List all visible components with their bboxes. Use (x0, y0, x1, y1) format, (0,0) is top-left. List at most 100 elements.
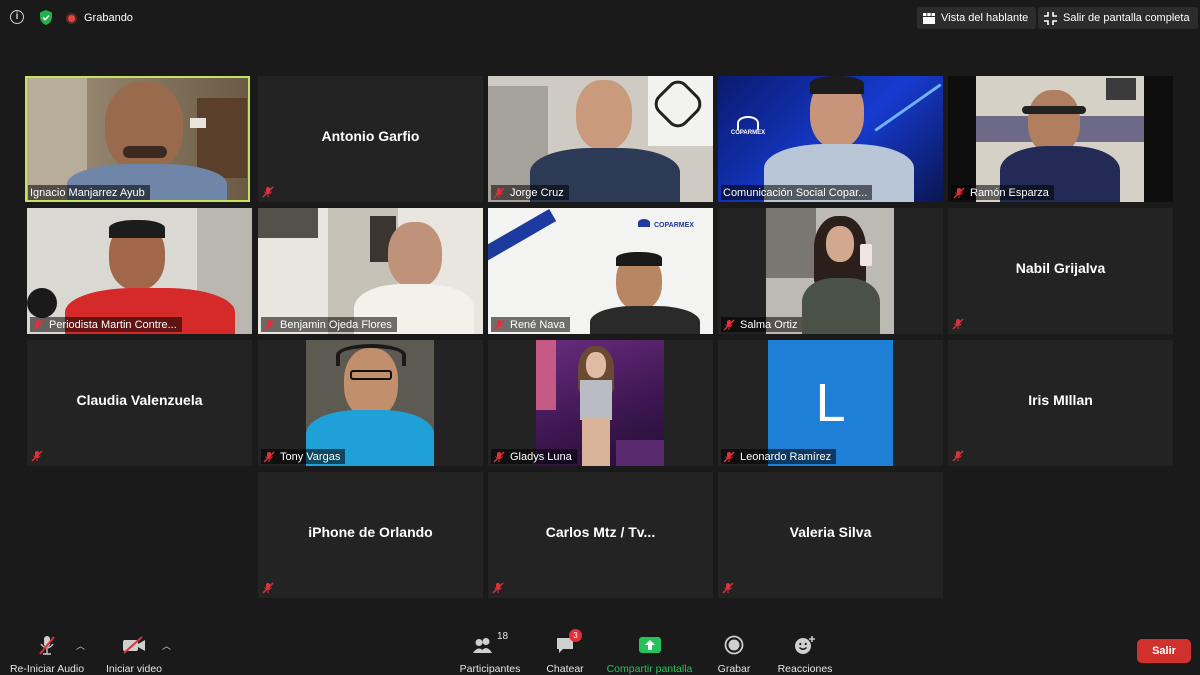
muted-mic-icon (723, 451, 735, 462)
muted-mic-icon (493, 319, 505, 330)
leave-label: Salir (1152, 645, 1176, 657)
participant-name-tag: Salma Ortiz (721, 317, 803, 332)
recording-label: Grabando (84, 12, 133, 24)
share-screen-button[interactable]: Compartir pantalla (602, 625, 697, 675)
muted-mic-icon (953, 187, 965, 198)
speaker-view-label: Vista del hablante (941, 12, 1029, 24)
participant-name: Ramón Esparza (970, 186, 1049, 199)
muted-mic-icon (31, 450, 43, 462)
participant-name-tag: Tony Vargas (261, 449, 346, 464)
participant-tile[interactable]: Benjamin Ojeda Flores (258, 208, 483, 334)
participant-display-name: Iris MIllan (1028, 392, 1093, 408)
share-screen-label: Compartir pantalla (606, 663, 693, 675)
participant-video (948, 76, 1173, 202)
participant-name: Periodista Martin Contre... (49, 318, 177, 331)
participants-count: 18 (496, 631, 509, 642)
audio-button[interactable]: Re-Iniciar Audio (8, 625, 86, 675)
record-button[interactable]: Grabar (712, 625, 756, 675)
reactions-button[interactable]: Reacciones (776, 625, 834, 675)
exit-fullscreen-button[interactable]: Salir de pantalla completa (1038, 7, 1198, 29)
participant-display-name: iPhone de Orlando (308, 524, 433, 540)
record-icon (66, 12, 77, 24)
participant-tile[interactable]: Iris MIllan (948, 340, 1173, 466)
speaker-view-icon (923, 12, 935, 24)
muted-mic-icon (262, 186, 274, 198)
audio-options-caret-icon[interactable]: ︿ (76, 639, 85, 652)
participant-tile[interactable]: iPhone de Orlando (258, 472, 483, 598)
participant-name-tag: Benjamin Ojeda Flores (261, 317, 397, 332)
participants-icon (472, 638, 492, 653)
chat-button[interactable]: 3 Chatear (540, 625, 590, 675)
shield-icon[interactable] (38, 9, 54, 26)
share-screen-icon (638, 637, 661, 653)
participant-name: Benjamin Ojeda Flores (280, 318, 392, 331)
recording-indicator[interactable]: Grabando (66, 11, 133, 25)
participant-name: René Nava (510, 318, 566, 331)
muted-mic-icon (39, 636, 55, 655)
muted-mic-icon (32, 319, 44, 330)
participant-video: COPARMEX (718, 76, 943, 202)
participant-name: Jorge Cruz (510, 186, 564, 199)
participant-video (766, 208, 894, 334)
participant-tile[interactable]: Gladys Luna (488, 340, 713, 466)
participant-name-tag: Gladys Luna (491, 449, 577, 464)
participant-name: Leonardo Ramírez (740, 450, 832, 463)
smiley-icon (795, 636, 815, 654)
participant-tile[interactable]: Ignacio Manjarrez Ayub (25, 76, 250, 202)
participant-display-name: Carlos Mtz / Tv... (545, 524, 656, 540)
participant-display-name: Antonio Garfio (321, 128, 420, 144)
participant-video (488, 76, 713, 202)
record-label: Grabar (717, 663, 751, 675)
top-bar: i Grabando Vista del hablante Salir de p… (0, 0, 1200, 36)
participant-tile[interactable]: Jorge Cruz (488, 76, 713, 202)
participant-tile[interactable]: Carlos Mtz / Tv... (488, 472, 713, 598)
participant-name: Gladys Luna (510, 450, 572, 463)
muted-mic-icon (723, 319, 735, 330)
video-button[interactable]: Iniciar video (100, 625, 168, 675)
participant-name-tag: Jorge Cruz (491, 185, 569, 200)
participant-name-tag: Leonardo Ramírez (721, 449, 837, 464)
participants-button[interactable]: 18 Participantes (456, 625, 524, 675)
participants-label: Participantes (459, 663, 521, 675)
exit-fullscreen-label: Salir de pantalla completa (1063, 12, 1190, 24)
participant-name-tag: Periodista Martin Contre... (30, 317, 182, 332)
participant-tile[interactable]: Nabil Grijalva (948, 208, 1173, 334)
participant-name-tag: Comunicación Social Copar... (721, 185, 873, 200)
info-icon[interactable]: i (10, 10, 24, 24)
muted-mic-icon (492, 582, 504, 594)
coparmex-logo: COPARMEX (728, 116, 768, 150)
participant-tile[interactable]: Periodista Martin Contre... (27, 208, 252, 334)
participant-video (536, 340, 664, 466)
participant-tile[interactable]: Valeria Silva (718, 472, 943, 598)
audio-label: Re-Iniciar Audio (9, 663, 85, 675)
participant-tile[interactable]: COPARMEX Comunicación Social Copar... (718, 76, 943, 202)
participant-video (27, 208, 252, 334)
leave-meeting-button[interactable]: Salir (1137, 639, 1191, 663)
participant-display-name: Claudia Valenzuela (76, 392, 203, 408)
muted-mic-icon (722, 582, 734, 594)
participant-tile[interactable]: L Leonardo Ramírez (718, 340, 943, 466)
muted-mic-icon (493, 187, 505, 198)
coparmex-banner: COPARMEX (638, 214, 708, 229)
participant-video (27, 78, 248, 200)
participant-name: Comunicación Social Copar... (723, 186, 868, 199)
participant-name: Salma Ortiz (740, 318, 798, 331)
video-options-caret-icon[interactable]: ︿ (162, 639, 171, 652)
participant-tile[interactable]: Antonio Garfio (258, 76, 483, 202)
muted-mic-icon (262, 582, 274, 594)
participant-tile[interactable]: Salma Ortiz (718, 208, 943, 334)
video-off-icon (123, 636, 145, 654)
avatar-letter: L (815, 373, 846, 433)
meeting-toolbar: Re-Iniciar Audio ︿ Iniciar video ︿ 18 Pa… (0, 625, 1200, 675)
participant-name-tag: Ignacio Manjarrez Ayub (28, 185, 150, 200)
participant-tile[interactable]: COPARMEX René Nava (488, 208, 713, 334)
exit-fullscreen-icon (1044, 11, 1057, 25)
muted-mic-icon (263, 319, 275, 330)
muted-mic-icon (263, 451, 275, 462)
participant-video (258, 208, 483, 334)
speaker-view-button[interactable]: Vista del hablante (917, 7, 1037, 29)
participant-tile[interactable]: Claudia Valenzuela (27, 340, 252, 466)
record-icon (724, 635, 744, 655)
participant-tile[interactable]: Tony Vargas (258, 340, 483, 466)
participant-tile[interactable]: Ramón Esparza (948, 76, 1173, 202)
